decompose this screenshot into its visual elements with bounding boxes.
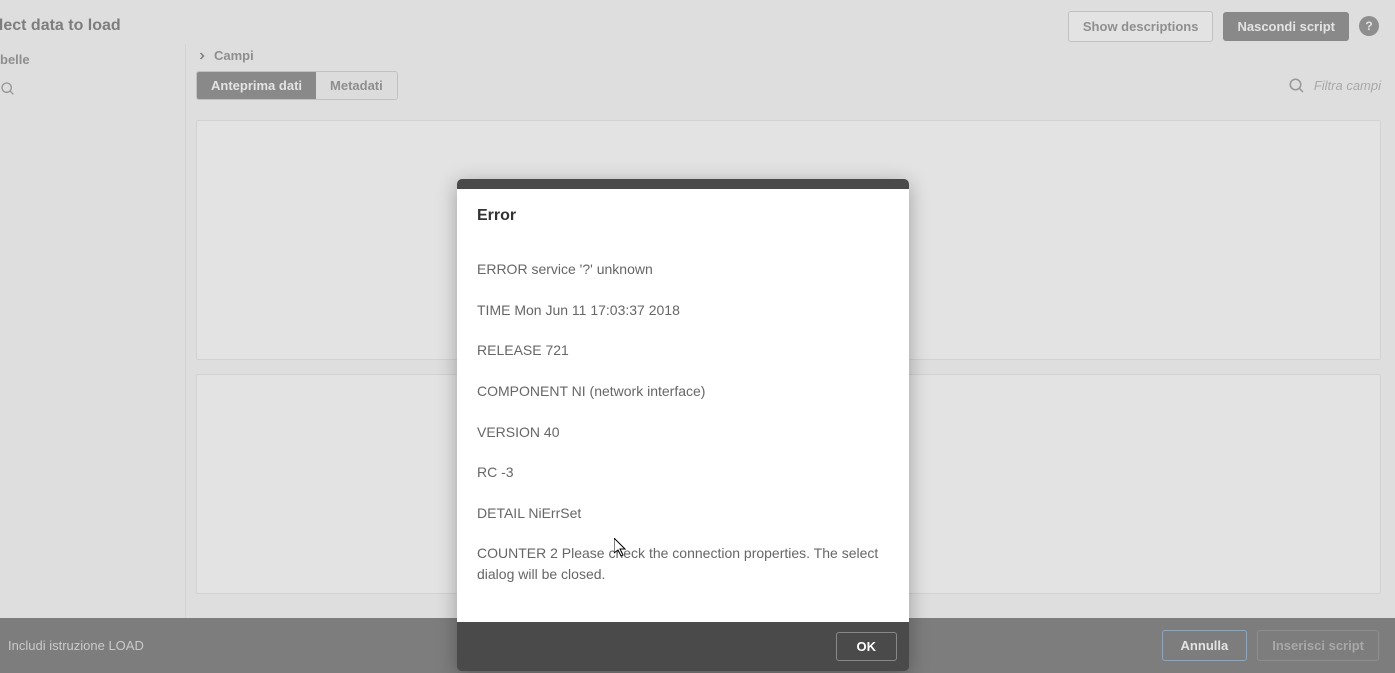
error-line: VERSION 40: [477, 422, 889, 442]
error-line: ERROR service '?' unknown: [477, 259, 889, 279]
dialog-title: Error: [477, 207, 889, 225]
error-dialog: Error ERROR service '?' unknown TIME Mon…: [457, 179, 909, 671]
error-line: RC -3: [477, 462, 889, 482]
dialog-footer: OK: [457, 622, 909, 671]
cursor-icon: [614, 538, 630, 558]
error-line: DETAIL NiErrSet: [477, 503, 889, 523]
ok-button[interactable]: OK: [836, 632, 898, 661]
error-line: RELEASE 721: [477, 340, 889, 360]
error-line: COUNTER 2 Please check the connection pr…: [477, 543, 889, 584]
error-line: COMPONENT NI (network interface): [477, 381, 889, 401]
dialog-message: ERROR service '?' unknown TIME Mon Jun 1…: [477, 239, 889, 604]
dialog-body: Error ERROR service '?' unknown TIME Mon…: [457, 189, 909, 622]
error-line: TIME Mon Jun 11 17:03:37 2018: [477, 300, 889, 320]
